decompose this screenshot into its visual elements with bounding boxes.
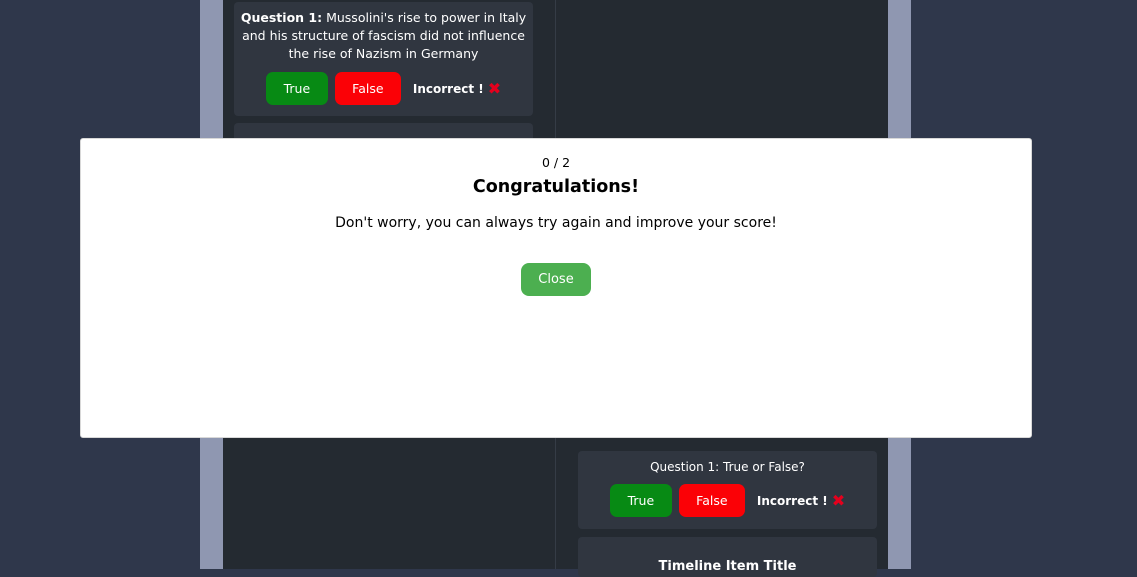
true-button[interactable]: True: [265, 72, 328, 105]
close-button[interactable]: Close: [521, 263, 591, 296]
cross-icon: ✖: [831, 490, 846, 510]
false-button[interactable]: False: [678, 484, 745, 517]
cross-icon: ✖: [487, 78, 502, 98]
timeline-item-card: Timeline Item Title: [578, 537, 877, 577]
false-button[interactable]: False: [334, 72, 401, 105]
question-card: Question 1: Mussolini's rise to power in…: [234, 2, 533, 116]
modal-message: Don't worry, you can always try again an…: [335, 215, 777, 231]
question-text: Question 1: Mussolini's rise to power in…: [240, 9, 527, 63]
question-text: Question 1: True or False?: [650, 460, 805, 474]
answer-row: True False Incorrect ! ✖: [240, 72, 527, 105]
question-number: Question 1:: [240, 10, 323, 25]
result-indicator: Incorrect ! ✖: [756, 490, 846, 510]
results-modal: 0 / 2 Congratulations! Don't worry, you …: [80, 138, 1032, 438]
answer-row: True False Incorrect ! ✖: [578, 484, 877, 517]
score-text: 0 / 2: [541, 155, 571, 170]
timeline-item-title: Timeline Item Title: [658, 559, 797, 574]
result-label: Incorrect !: [412, 81, 484, 96]
modal-title: Congratulations!: [472, 177, 640, 197]
result-indicator: Incorrect ! ✖: [412, 78, 502, 98]
true-button[interactable]: True: [609, 484, 672, 517]
result-label: Incorrect !: [756, 493, 828, 508]
question-card-right: Question 1: True or False? True False In…: [578, 451, 877, 529]
